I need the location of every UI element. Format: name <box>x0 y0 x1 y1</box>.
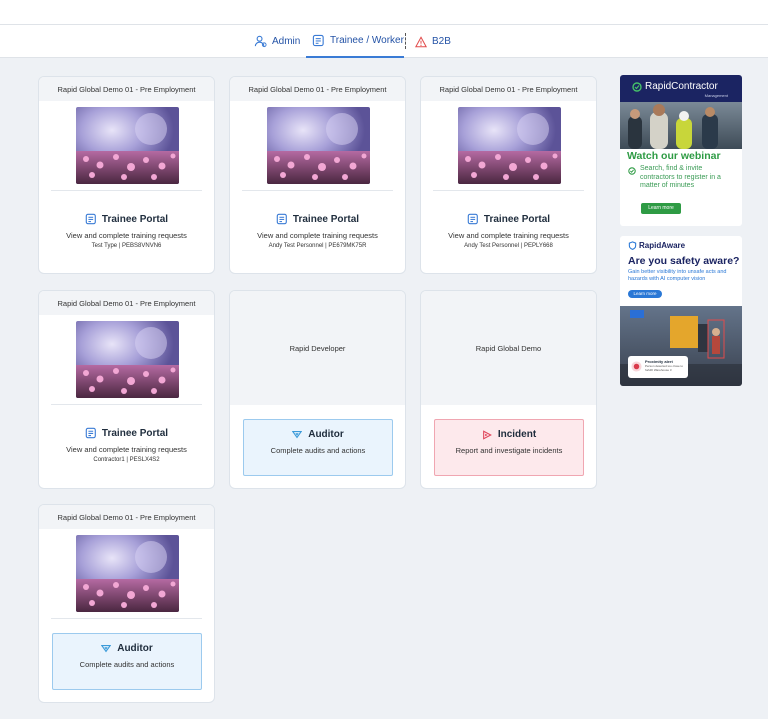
incident-title: Incident <box>435 429 583 440</box>
card-header: Rapid Global Demo 01 - Pre Employment <box>230 77 405 101</box>
portal-title-label: Trainee Portal <box>101 213 169 225</box>
card-header: Rapid Global Demo 01 - Pre Employment <box>39 505 214 529</box>
portal-meta: Contractor1 | PESLX4S2 <box>93 457 160 463</box>
auditor-button[interactable]: Auditor Complete audits and actions <box>243 419 393 476</box>
users-icon <box>254 35 267 48</box>
trainee-portal-card[interactable]: Rapid Global Demo 01 - Pre Employment Tr… <box>38 76 215 274</box>
portal-title-label: Trainee Portal <box>292 213 360 225</box>
card-divider <box>51 190 202 191</box>
card-header: Rapid Global Demo 01 - Pre Employment <box>421 77 596 101</box>
ad-brand-name: RapidAware <box>639 241 686 250</box>
tab-admin-label: Admin <box>272 36 301 47</box>
portal-meta: Andy Test Personnel | PE679MK75R <box>268 243 367 249</box>
auditor-title-label: Auditor <box>308 429 344 440</box>
ad-brand: RapidAware <box>628 241 685 250</box>
incident-button[interactable]: Incident Report and investigate incident… <box>434 419 584 476</box>
ad-body: Search, find & invite contractors to reg… <box>640 165 721 189</box>
shield-icon <box>628 241 637 250</box>
top-bar <box>0 0 768 25</box>
portal-description: View and complete training requests <box>448 231 569 240</box>
tab-admin[interactable]: Admin <box>254 25 300 58</box>
form-icon <box>85 427 96 439</box>
tab-trainee-worker[interactable]: Trainee / Worker <box>306 25 404 58</box>
form-icon <box>276 213 287 225</box>
auditor-chevron-icon <box>101 645 112 653</box>
auditor-title: Auditor <box>53 643 201 654</box>
portal-meta: Test Type | PEBS8VNVN6 <box>91 243 162 249</box>
role-tab-bar: Admin Trainee / Worker B2B <box>0 25 768 58</box>
auditor-description: Complete audits and actions <box>79 660 175 669</box>
card-divider <box>51 404 202 405</box>
tab-separator <box>405 33 406 49</box>
alert-body: Person detected too close to forklift Wa… <box>645 364 684 372</box>
card-thumbnail <box>76 535 179 612</box>
auditor-card: Rapid Global Demo 01 - Pre Employment Au… <box>38 504 215 703</box>
portal-title: Trainee Portal <box>421 213 596 225</box>
portal-meta: Andy Test Personnel | PEPLY668 <box>464 243 553 249</box>
trainee-portal-card[interactable]: Rapid Global Demo 01 - Pre Employment Tr… <box>229 76 406 274</box>
card-thumbnail <box>76 107 179 184</box>
form-icon <box>312 34 324 47</box>
portal-description: View and complete training requests <box>66 231 187 240</box>
auditor-description: Complete audits and actions <box>270 446 366 455</box>
form-icon <box>467 213 478 225</box>
ad-headline: Are you safety aware? <box>628 255 740 267</box>
portal-title: Trainee Portal <box>39 213 214 225</box>
auditor-button[interactable]: Auditor Complete audits and actions <box>52 633 202 690</box>
card-thumbnail <box>267 107 370 184</box>
warning-triangle-icon <box>415 35 427 47</box>
card-header: Rapid Global Demo 01 - Pre Employment <box>39 291 214 315</box>
card-divider <box>242 190 393 191</box>
portal-description: View and complete training requests <box>257 231 378 240</box>
incident-title-label: Incident <box>497 429 537 440</box>
ad-brand: RapidContractor <box>632 81 718 92</box>
card-header: Rapid Global Demo <box>421 291 596 405</box>
tab-b2b[interactable]: B2B <box>415 25 451 58</box>
card-thumbnail <box>458 107 561 184</box>
proximity-alert-card: Proximity alert Person detected too clos… <box>628 356 688 378</box>
form-icon <box>85 213 96 225</box>
brand-logo-icon <box>632 81 642 92</box>
rapid-global-demo-card: Rapid Global Demo Incident Report and in… <box>420 290 597 489</box>
ad-headline: Watch our webinar <box>627 150 721 162</box>
incident-play-icon <box>482 429 492 440</box>
auditor-title-label: Auditor <box>117 643 153 654</box>
ad-photo <box>620 102 742 149</box>
learn-more-button[interactable]: Learn more <box>628 290 662 298</box>
rapidcontractor-ad[interactable]: RapidContractor Management Watch our web… <box>620 75 742 226</box>
check-circle-icon <box>628 167 636 175</box>
card-divider <box>433 190 584 191</box>
portal-title-label: Trainee Portal <box>483 213 551 225</box>
ad-body: Gain better visibility into unsafe acts … <box>628 269 727 282</box>
ad-brand-sub: Management <box>704 93 728 98</box>
trainee-portal-card[interactable]: Rapid Global Demo 01 - Pre Employment Tr… <box>38 290 215 489</box>
tab-trainee-worker-label: Trainee / Worker <box>330 35 404 46</box>
ad-brand-name: RapidContractor <box>645 81 718 92</box>
card-thumbnail <box>76 321 179 398</box>
portal-title: Trainee Portal <box>39 427 214 439</box>
learn-more-button[interactable]: Learn more <box>641 203 681 214</box>
auditor-chevron-icon <box>292 431 303 439</box>
incident-description: Report and investigate incidents <box>455 446 563 455</box>
portal-title: Trainee Portal <box>230 213 405 225</box>
portal-description: View and complete training requests <box>66 445 187 454</box>
card-divider <box>51 618 202 619</box>
portal-title-label: Trainee Portal <box>101 427 169 439</box>
card-header: Rapid Developer <box>230 291 405 405</box>
tab-b2b-label: B2B <box>432 36 451 47</box>
auditor-title: Auditor <box>244 429 392 440</box>
rapid-developer-card: Rapid Developer Auditor Complete audits … <box>229 290 406 489</box>
alert-icon <box>631 361 642 372</box>
card-header: Rapid Global Demo 01 - Pre Employment <box>39 77 214 101</box>
rapidaware-ad[interactable]: RapidAware Are you safety aware? Gain be… <box>620 236 742 386</box>
trainee-portal-card[interactable]: Rapid Global Demo 01 - Pre Employment Tr… <box>420 76 597 274</box>
